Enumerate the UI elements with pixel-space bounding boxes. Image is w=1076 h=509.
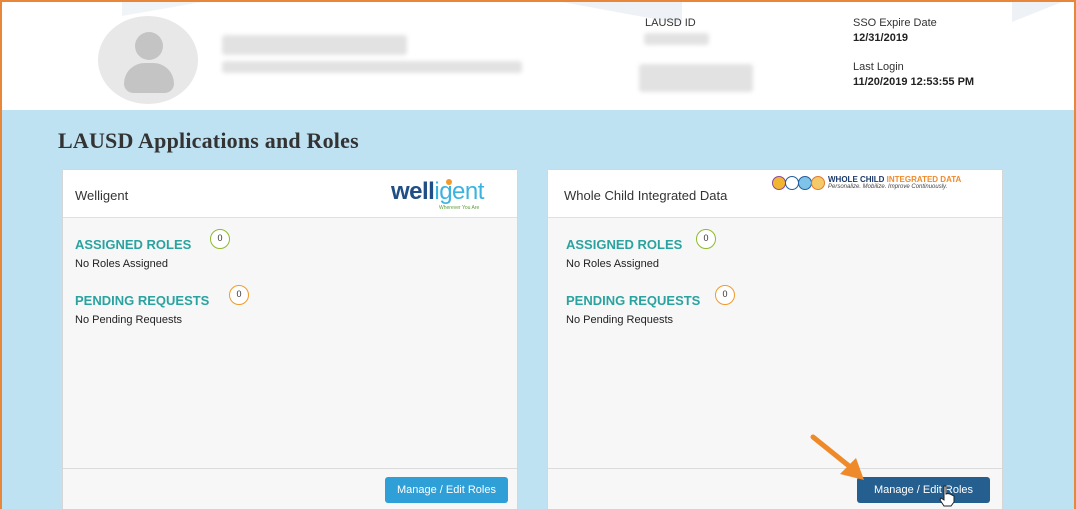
sso-expire-value: 12/31/2019 bbox=[853, 32, 909, 44]
assigned-roles-count-badge: 0 bbox=[210, 229, 230, 249]
user-avatar-icon bbox=[98, 16, 198, 104]
pending-requests-text: No Pending Requests bbox=[75, 314, 183, 326]
arrow-icon bbox=[810, 434, 864, 480]
redacted-user-email bbox=[222, 61, 522, 73]
card-header: Whole Child Integrated Data WHOLE CHILD … bbox=[548, 170, 1002, 218]
welligent-logo: welligent Wherever You Are bbox=[391, 178, 484, 212]
pending-requests-text: No Pending Requests bbox=[566, 314, 674, 326]
header-decoration bbox=[1012, 2, 1062, 22]
pending-requests-label: PENDING REQUESTS bbox=[75, 293, 210, 308]
manage-edit-roles-button[interactable]: Manage / Edit Roles bbox=[384, 477, 508, 503]
redacted-info bbox=[639, 64, 753, 92]
pending-requests-count-badge: 0 bbox=[229, 285, 249, 305]
sso-expire-label: SSO Expire Date bbox=[853, 17, 937, 29]
profile-header: LAUSD ID SSO Expire Date 12/31/2019 Last… bbox=[2, 2, 1074, 110]
redacted-user-name bbox=[222, 35, 407, 55]
card-title: Whole Child Integrated Data bbox=[564, 188, 728, 203]
app-card-whole-child-integrated-data: Whole Child Integrated Data WHOLE CHILD … bbox=[547, 169, 1003, 509]
header-decoration bbox=[122, 2, 202, 16]
card-header: Welligent welligent Wherever You Are bbox=[63, 170, 517, 218]
wcid-logo: WHOLE CHILD INTEGRATED DATA Personalize.… bbox=[772, 175, 988, 197]
last-login-label: Last Login bbox=[853, 61, 904, 73]
pending-requests-label: PENDING REQUESTS bbox=[566, 293, 701, 308]
app-frame: LAUSD ID SSO Expire Date 12/31/2019 Last… bbox=[0, 0, 1076, 509]
assigned-roles-label: ASSIGNED ROLES bbox=[566, 237, 683, 252]
pending-requests-count-badge: 0 bbox=[715, 285, 735, 305]
assigned-roles-text: No Roles Assigned bbox=[566, 258, 659, 270]
card-footer: Manage / Edit Roles bbox=[548, 468, 1002, 509]
applications-section: LAUSD Applications and Roles Welligent w… bbox=[2, 110, 1074, 509]
assigned-roles-count-badge: 0 bbox=[696, 229, 716, 249]
manage-edit-roles-button[interactable]: Manage / Edit Roles bbox=[857, 477, 990, 503]
assigned-roles-label: ASSIGNED ROLES bbox=[75, 237, 192, 252]
hand-cursor-icon bbox=[939, 485, 955, 507]
app-card-welligent: Welligent welligent Wherever You Are ASS… bbox=[62, 169, 518, 509]
last-login-value: 11/20/2019 12:53:55 PM bbox=[853, 76, 975, 88]
card-title: Welligent bbox=[75, 188, 129, 203]
redacted-lausd-id bbox=[644, 33, 709, 45]
lausd-id-label: LAUSD ID bbox=[645, 17, 696, 29]
page-title: LAUSD Applications and Roles bbox=[58, 128, 359, 153]
card-footer: Manage / Edit Roles bbox=[63, 468, 517, 509]
assigned-roles-text: No Roles Assigned bbox=[75, 258, 168, 270]
